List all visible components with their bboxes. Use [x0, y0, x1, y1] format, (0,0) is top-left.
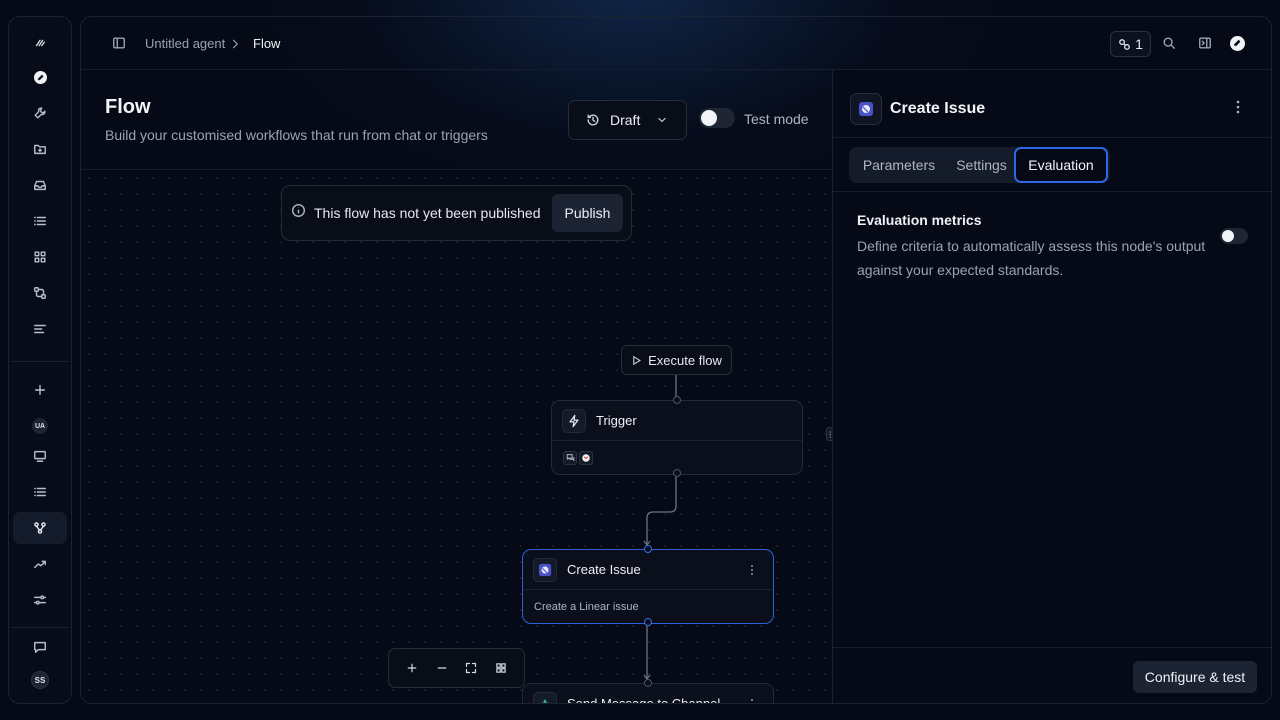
execute-flow-button[interactable]: Execute flow [621, 345, 732, 375]
linear-icon [850, 93, 882, 125]
add-icon[interactable] [13, 374, 67, 406]
page-title: Flow [105, 96, 151, 118]
tab-settings[interactable]: Settings [949, 147, 1014, 183]
status-label: Draft [610, 112, 641, 128]
chat-trigger-icon [563, 450, 577, 465]
main-frame: Untitled agent Flow 1 Flow Build your cu… [80, 16, 1272, 704]
node-settings-panel: Create Issue Parameters Settings Evaluat… [832, 70, 1271, 703]
panel-header: Create Issue [833, 70, 1271, 138]
settings-sliders-icon[interactable] [13, 584, 67, 616]
chevron-down-icon [658, 117, 666, 123]
brand-icon[interactable] [13, 61, 67, 93]
link-icon [1119, 38, 1130, 50]
workspace-avatar[interactable]: UA [13, 410, 67, 442]
user-avatar[interactable]: SS [13, 664, 67, 696]
grid-icon[interactable] [13, 241, 67, 273]
output-port[interactable] [673, 469, 681, 477]
panel-footer: Configure & test [833, 647, 1271, 703]
integrations-icon[interactable] [13, 277, 67, 309]
tabs-divider [833, 191, 1271, 192]
page-subtitle: Build your customised workflows that run… [105, 127, 488, 143]
rail-divider [11, 361, 69, 362]
monitor-icon[interactable] [13, 440, 67, 472]
flow-icon[interactable] [13, 512, 67, 544]
zoom-in-icon[interactable] [402, 658, 422, 678]
list-icon[interactable] [13, 205, 67, 237]
gmail-trigger-icon [579, 450, 593, 465]
test-mode-toggle[interactable] [699, 108, 735, 128]
flow-area: Flow Build your customised workflows tha… [81, 70, 832, 704]
search-icon[interactable] [1160, 34, 1178, 52]
breadcrumb-current: Flow [253, 36, 281, 51]
input-port[interactable] [644, 545, 652, 553]
zoom-out-icon[interactable] [432, 658, 452, 678]
checklist-icon[interactable] [13, 476, 67, 508]
sidebar-toggle-icon[interactable] [110, 34, 128, 52]
status-dropdown[interactable]: Draft [568, 100, 687, 140]
input-port[interactable] [673, 396, 681, 404]
node-title: Trigger [596, 413, 637, 428]
execute-flow-label: Execute flow [648, 352, 722, 368]
lightning-icon [562, 408, 586, 433]
panel-tabs: Parameters Settings Evaluation [849, 147, 1110, 183]
panel-title: Create Issue [890, 100, 986, 117]
play-icon [633, 355, 642, 365]
tools-icon[interactable] [13, 97, 67, 129]
fit-view-icon[interactable] [461, 658, 481, 678]
folder-icon[interactable] [13, 133, 67, 165]
node-menu-icon[interactable] [747, 697, 757, 703]
connections-count: 1 [1135, 36, 1143, 52]
test-mode-label: Test mode [744, 111, 809, 127]
evaluation-description: Define criteria to automatically assess … [857, 238, 1206, 278]
input-port[interactable] [644, 679, 652, 687]
zoom-controls [388, 648, 525, 688]
top-bar: Untitled agent Flow 1 [81, 17, 1271, 70]
node-title: Create Issue [567, 562, 641, 577]
history-icon [587, 114, 599, 126]
breadcrumb-agent[interactable]: Untitled agent [145, 36, 225, 51]
evaluation-metrics-title: Evaluation metrics [857, 212, 982, 228]
configure-test-button[interactable]: Configure & test [1133, 661, 1257, 693]
connections-button[interactable]: 1 [1110, 31, 1151, 57]
app-logo-icon[interactable] [13, 27, 67, 59]
node-menu-icon[interactable] [747, 563, 757, 581]
create-issue-node[interactable]: Create Issue Create a Linear issue [522, 545, 774, 626]
chat-icon[interactable] [13, 631, 67, 663]
chevron-right-icon [227, 35, 243, 53]
left-rail: UA SS [8, 16, 72, 704]
brand-icon-top[interactable] [1228, 34, 1246, 52]
node-title: Send Message to Channel [567, 696, 721, 704]
flow-header: Flow Build your customised workflows tha… [81, 70, 832, 170]
linear-icon [533, 557, 557, 582]
flow-canvas[interactable]: This flow has not yet been published Pub… [81, 170, 832, 704]
output-port[interactable] [644, 618, 652, 626]
trigger-node[interactable]: Trigger [551, 396, 803, 477]
send-message-node[interactable]: Send Message to Channel [522, 679, 774, 704]
more-options-icon[interactable] [1232, 100, 1244, 119]
inbox-icon[interactable] [13, 169, 67, 201]
slack-icon [533, 691, 557, 703]
tab-parameters[interactable]: Parameters [849, 147, 949, 183]
panel-toggle-icon[interactable] [1196, 34, 1214, 52]
rail-divider-bottom [11, 627, 69, 628]
analytics-icon[interactable] [13, 548, 67, 580]
layout-icon[interactable] [491, 658, 511, 678]
logs-icon[interactable] [13, 313, 67, 345]
tab-evaluation[interactable]: Evaluation [1014, 147, 1108, 183]
